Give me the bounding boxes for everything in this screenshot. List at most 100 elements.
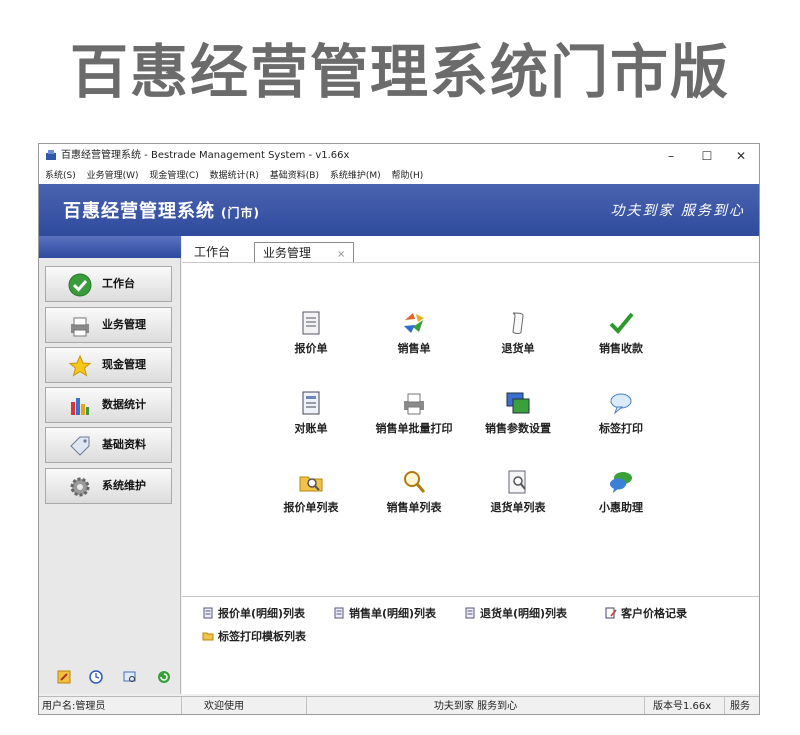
menu-basic-data[interactable]: 基础资料(B) [270, 171, 319, 181]
chat-icon [610, 472, 632, 493]
func-return-list[interactable]: 退货单列表 [468, 469, 568, 515]
sidebar-item-label: 系统维护 [102, 479, 146, 492]
quick-link-label-templates[interactable]: 标签打印模板列表 [202, 630, 306, 644]
window-title: 百惠经营管理系统 - Bestrade Management System - … [61, 150, 350, 161]
sidebar-item-basic-data[interactable]: 基础资料 [45, 427, 172, 463]
func-label: 销售参数设置 [485, 422, 551, 435]
system-name: 百惠经营管理系统 (门市) [63, 197, 260, 223]
func-sales-settings[interactable]: 销售参数设置 [468, 390, 568, 436]
quick-link-divider [182, 596, 759, 597]
tab-label: 业务管理 [263, 246, 312, 260]
status-welcome: 欢迎使用 [182, 697, 307, 714]
func-quote-list[interactable]: 报价单列表 [261, 469, 361, 515]
sidebar-item-label: 业务管理 [102, 318, 146, 331]
menu-business[interactable]: 业务管理(W) [87, 171, 139, 181]
system-name-text: 百惠经营管理系统 [63, 201, 215, 222]
menu-system[interactable]: 系统(S) [45, 171, 76, 181]
func-label-print[interactable]: 标签打印 [571, 390, 671, 436]
list-doc-icon [203, 607, 213, 619]
func-label: 退货单列表 [490, 501, 546, 514]
func-return-order[interactable]: 退货单 [468, 310, 568, 356]
func-batch-print[interactable]: 销售单批量打印 [364, 390, 464, 436]
app-header: 百惠经营管理系统 (门市) 功夫到家 服务到心 [39, 184, 759, 236]
magnifier-icon [404, 471, 426, 493]
scroll-icon [512, 312, 524, 334]
gear-icon [70, 477, 90, 497]
header-slogan: 功夫到家 服务到心 [610, 203, 745, 219]
quick-link-label: 标签打印模板列表 [218, 630, 306, 643]
settings-window-icon [506, 392, 530, 414]
sidebar-item-workbench[interactable]: 工作台 [45, 266, 172, 302]
search-folder-icon [299, 476, 323, 492]
sidebar-shortcut-icons [39, 670, 181, 686]
menu-statistics[interactable]: 数据统计(R) [210, 171, 259, 181]
func-label: 报价单 [294, 342, 328, 355]
window-search-icon[interactable] [123, 670, 137, 684]
bar-chart-icon [71, 398, 89, 415]
quick-link-label: 客户价格记录 [621, 607, 687, 620]
quick-link-quote-detail[interactable]: 报价单(明细)列表 [202, 607, 305, 621]
sidebar: 工作台 业务管理 现金管理 数据统计 基础资料 系统维护 [39, 236, 181, 694]
menu-cash[interactable]: 现金管理(C) [149, 171, 198, 181]
checkmark-icon [609, 312, 634, 334]
maximize-button[interactable]: ☐ [689, 144, 725, 168]
func-label: 销售单批量打印 [375, 422, 453, 435]
tab-divider [182, 262, 759, 263]
quick-link-sales-detail[interactable]: 销售单(明细)列表 [333, 607, 436, 621]
status-service: 服务 [730, 701, 750, 712]
check-icon [68, 273, 92, 297]
sidebar-item-maintenance[interactable]: 系统维护 [45, 468, 172, 504]
func-sales-list[interactable]: 销售单列表 [364, 469, 464, 515]
func-label: 销售单 [397, 342, 431, 355]
app-icon [46, 150, 56, 160]
sidebar-header-strip [39, 236, 181, 258]
status-version: 版本号1.66x [645, 697, 725, 714]
quick-link-label: 报价单(明细)列表 [218, 607, 306, 620]
edit-icon[interactable] [57, 670, 71, 684]
menu-bar: 系统(S) 业务管理(W) 现金管理(C) 数据统计(R) 基础资料(B) 系统… [39, 168, 759, 184]
menu-maintenance[interactable]: 系统维护(M) [330, 171, 381, 181]
sidebar-item-statistics[interactable]: 数据统计 [45, 387, 172, 423]
quick-link-label: 退货单(明细)列表 [480, 607, 568, 620]
func-sales-order[interactable]: 销售单 [364, 310, 464, 356]
menu-help[interactable]: 帮助(H) [392, 171, 424, 181]
quick-link-return-detail[interactable]: 退货单(明细)列表 [464, 607, 567, 621]
func-label: 报价单列表 [283, 501, 339, 514]
func-label: 退货单 [501, 342, 535, 355]
minimize-button[interactable]: – [653, 144, 689, 168]
sidebar-item-label: 基础资料 [102, 438, 146, 451]
sidebar-item-cash[interactable]: 现金管理 [45, 347, 172, 383]
sidebar-item-business[interactable]: 业务管理 [45, 307, 172, 343]
quick-link-customer-price[interactable]: 客户价格记录 [605, 607, 687, 621]
tab-business[interactable]: 业务管理 × [254, 242, 355, 262]
func-label: 小惠助理 [599, 501, 643, 514]
star-icon [68, 354, 92, 377]
banner-title: 百惠经营管理系统门市版 [69, 38, 730, 106]
document-icon [302, 311, 320, 335]
sidebar-item-label: 数据统计 [102, 398, 146, 411]
list-doc-icon [465, 607, 475, 619]
speech-bubble-icon [610, 393, 632, 415]
func-assistant[interactable]: 小惠助理 [571, 469, 671, 515]
recycle-icon [404, 313, 424, 333]
title-bar: 百惠经营管理系统 - Bestrade Management System - … [39, 144, 759, 168]
ledger-icon [302, 391, 320, 415]
func-sales-receipt[interactable]: 销售收款 [571, 310, 671, 356]
tag-icon [70, 436, 90, 456]
printer-icon [404, 393, 424, 415]
workspace: 工作台 业务管理 × 报价单 销售单 退货单 销售收款 对账单 销售单批量打印 … [182, 236, 759, 694]
edition-label: (门市) [221, 206, 260, 220]
tab-workbench[interactable]: 工作台 [194, 242, 230, 262]
func-label: 标签打印 [599, 422, 643, 435]
status-bar: 用户名:管理员 欢迎使用 功夫到家 服务到心 版本号1.66x 服务 [39, 696, 759, 714]
sidebar-item-label: 现金管理 [102, 358, 146, 371]
close-button[interactable]: ✕ [723, 144, 759, 168]
folder-icon [202, 632, 214, 641]
tab-close-icon[interactable]: × [337, 249, 345, 260]
refresh-icon[interactable] [157, 670, 171, 684]
func-statement[interactable]: 对账单 [261, 390, 361, 436]
clock-icon[interactable] [89, 670, 103, 684]
edit-doc-icon [605, 607, 617, 619]
func-quote[interactable]: 报价单 [261, 310, 361, 356]
func-label: 销售收款 [599, 342, 643, 355]
